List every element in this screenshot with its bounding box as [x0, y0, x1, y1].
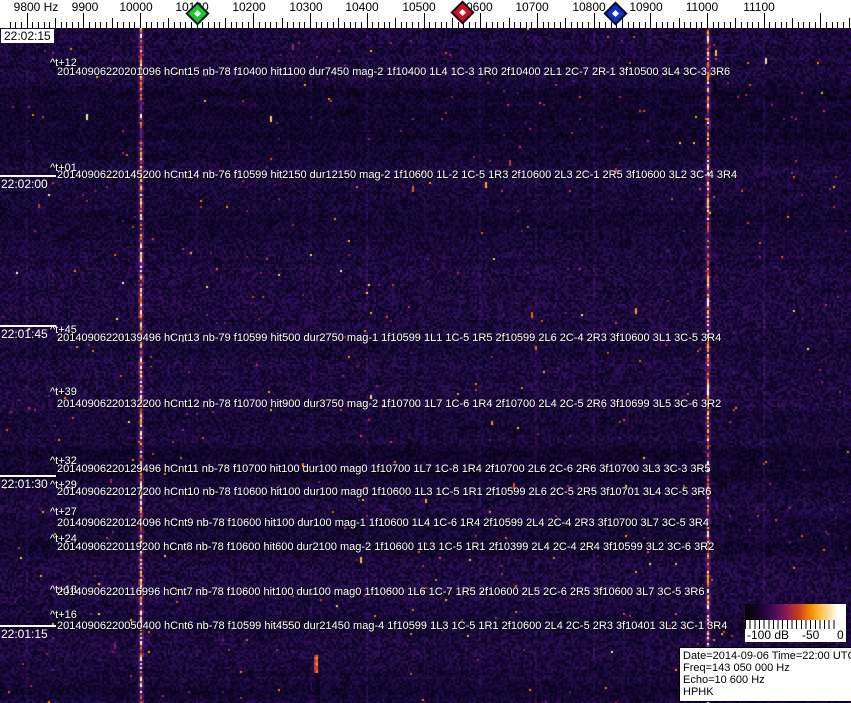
freq-tick-label: 10000: [119, 0, 153, 14]
echo-data-line: 20140906220145200 hCnt14 nb-76 f10599 hi…: [57, 169, 738, 181]
time-label: 22:01:15: [1, 627, 48, 641]
freq-tick-label: 10700: [515, 0, 549, 14]
echo-data-line: 20140906220132200 hCnt12 nb-78 f10700 hi…: [57, 398, 722, 410]
time-label: 22:02:15: [1, 29, 54, 43]
time-label: 22:01:30: [1, 477, 48, 491]
info-echo-line: Echo=10 600 Hz: [683, 674, 765, 686]
freq-tick-label: 10300: [289, 0, 323, 14]
echo-data-line: 20140906220119200 hCnt8 nb-78 f10600 hit…: [57, 541, 715, 553]
spectrogram-waterfall: [0, 28, 851, 703]
freq-tick-label: 11000: [685, 0, 719, 14]
scale-label-max: 0: [837, 628, 844, 642]
time-label: 22:01:45: [1, 327, 48, 341]
station-info-box: Date=2014-09-06 Time=22:00 UTC Freq=143 …: [679, 647, 851, 702]
info-station-line: HPHK: [683, 686, 714, 698]
echo-data-line: 20140906220116996 hCnt7 nb-78 f10600 hit…: [57, 586, 705, 598]
frequency-ruler: 9800 Hz 9900 10000 10100 10200 10300 104…: [0, 0, 851, 28]
scale-label-min: -100 dB: [747, 628, 790, 642]
echo-data-line: 20140906220124096 hCnt9 nb-78 f10600 hit…: [57, 517, 709, 529]
spectrum-lab-window: 9800 Hz 9900 10000 10100 10200 10300 104…: [0, 0, 851, 703]
echo-data-line: 20140906220139496 hCnt13 nb-79 f10599 hi…: [57, 332, 722, 344]
freq-tick-label: 11100: [743, 0, 775, 14]
echo-data-line: 20140906220127200 hCnt10 nb-78 f10600 hi…: [57, 486, 712, 498]
scale-label-mid: -50: [802, 628, 820, 642]
color-gradient-bar: [745, 604, 838, 620]
echo-data-line: 20140906220050400 hCnt6 nb-78 f10599 hit…: [57, 620, 728, 632]
info-freq-line: Freq=143 050 000 Hz: [683, 662, 790, 674]
echo-data-line: 20140906220129496 hCnt11 nb-78 f10700 hi…: [57, 463, 711, 475]
echo-marker-label: ^t+39: [50, 386, 77, 398]
echo-data-line: 20140906220201096 hCnt15 nb-78 f10400 hi…: [57, 66, 731, 78]
info-date-line: Date=2014-09-06 Time=22:00 UTC: [683, 650, 851, 662]
freq-tick-label: 10400: [345, 0, 379, 14]
time-label: 22:02:00: [1, 177, 48, 191]
amplitude-scale: -100 dB -50 0: [745, 604, 846, 642]
freq-tick-label: 10500: [402, 0, 436, 14]
freq-tick-label: 10200: [232, 0, 266, 14]
